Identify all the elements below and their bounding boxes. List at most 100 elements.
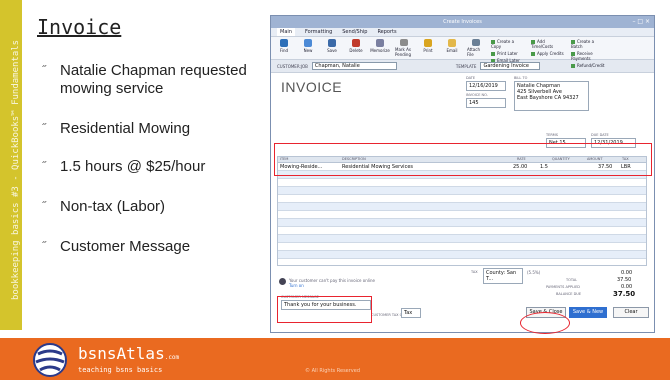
balance-due-amount: 37.50 (613, 290, 636, 298)
customer-job-label: CUSTOMER:JOB (277, 63, 308, 69)
arrows-icon (280, 39, 288, 47)
table-row[interactable] (278, 203, 646, 211)
tab-formatting[interactable]: Formatting (305, 28, 332, 36)
save-close-highlight (520, 312, 570, 334)
customer-job-select[interactable]: Chapman, Natalie (311, 62, 397, 70)
table-row[interactable] (278, 251, 646, 259)
window-titlebar: Create Invoices – □ × (271, 16, 654, 28)
bullet-marker: ˝ (42, 239, 46, 253)
create-copy-button[interactable]: Create a Copy (491, 39, 525, 49)
invoice-heading: INVOICE (281, 79, 343, 95)
window-title: Create Invoices (443, 19, 482, 25)
menu-bar: Main Formatting Send/Ship Reports (271, 28, 654, 37)
total-label: TOTAL (566, 278, 578, 282)
line-item-highlight (274, 143, 652, 176)
apply-credits-button[interactable]: Apply Credits (531, 51, 565, 56)
tax-rate: (5.5%) (527, 270, 541, 275)
tax-label: TAX (471, 270, 478, 274)
receive-payments-button[interactable]: Receive Payments (571, 51, 605, 61)
tab-reports[interactable]: Reports (377, 28, 396, 36)
customer-tax-code-select[interactable]: Tax (401, 308, 421, 318)
bullet-list: ˝ Natalie Chapman requested mowing servic… (42, 52, 257, 256)
invoice-form: INVOICE DATE 12/16/2019 INVOICE NO. 145 … (271, 73, 654, 323)
new-button[interactable]: New (299, 39, 317, 57)
table-row[interactable] (278, 227, 646, 235)
bullet-item: ˝ Residential Mowing (42, 120, 257, 138)
ribbon-toolbar: Find New Save Delete Memorize Mark As Pe… (271, 37, 654, 68)
turn-on-link[interactable]: Turn on (289, 283, 304, 288)
date-field[interactable]: 12/16/2019 (466, 81, 506, 91)
table-row[interactable] (278, 259, 646, 265)
invoice-number-field[interactable]: 145 (466, 98, 506, 108)
copyright-text: © All Rights Reserved (305, 368, 361, 374)
sidebar-band: bookkeeping basics #3 - QuickBooks™ Fund… (0, 0, 22, 330)
bill-to-label: BILL TO (514, 76, 528, 80)
create-batch-button[interactable]: Create a Batch (571, 39, 605, 49)
window-controls[interactable]: – □ × (632, 16, 650, 28)
mark-pending-button[interactable]: Mark As Pending (395, 39, 413, 57)
tax-item-select[interactable]: County: San T... (483, 268, 523, 284)
attach-file-button[interactable]: Attach File (467, 39, 485, 57)
print-button[interactable]: Print (419, 39, 437, 57)
template-select[interactable]: Gardening Invoice (480, 62, 541, 70)
table-row[interactable] (278, 187, 646, 195)
email-button[interactable]: Email (443, 39, 461, 57)
bullet-item: ˝ Customer Message (42, 238, 257, 256)
email-icon (448, 39, 456, 47)
bullet-marker: ˝ (42, 159, 46, 173)
bullet-item: ˝ Natalie Chapman requested mowing servic… (42, 62, 257, 98)
message-highlight (277, 296, 372, 323)
bullet-text: Residential Mowing (60, 120, 191, 137)
slide-title: Invoice (37, 15, 122, 39)
add-time-costs-button[interactable]: Add Time/Costs (531, 39, 565, 49)
pending-icon (400, 39, 408, 46)
template-label: TEMPLATE (455, 63, 477, 69)
table-row[interactable] (278, 195, 646, 203)
payments-applied-label: PAYMENTS APPLIED (546, 285, 580, 289)
paperclip-icon (472, 39, 480, 46)
save-icon (328, 39, 336, 47)
print-icon (424, 39, 432, 47)
sidebar-course-text: bookkeeping basics #3 - QuickBooks™ Fund… (11, 39, 21, 300)
ribbon-group-time: Add Time/Costs Apply Credits (531, 39, 565, 57)
save-button[interactable]: Save (323, 39, 341, 57)
globe-logo-icon (33, 343, 67, 377)
bullet-text: 1.5 hours @ $25/hour (60, 158, 206, 175)
delete-button[interactable]: Delete (347, 39, 365, 57)
print-later-checkbox[interactable]: Print Later (491, 51, 525, 56)
table-row[interactable] (278, 211, 646, 219)
tab-main[interactable]: Main (277, 28, 295, 36)
ribbon-group-copy: Create a Copy Print Later Email Later (491, 39, 525, 63)
bullet-text: Natalie Chapman requested mowing service (60, 62, 247, 97)
save-new-button[interactable]: Save & New (569, 307, 607, 318)
brand-tagline: teaching bsns basics (78, 366, 163, 374)
find-button[interactable]: Find (275, 39, 293, 57)
refund-credit-button[interactable]: Refund/Credit (571, 63, 605, 68)
bullet-item: ˝ Non-tax (Labor) (42, 198, 257, 216)
brand-name: bsnsAtlas.com (78, 344, 180, 363)
clear-button[interactable]: Clear (613, 307, 649, 318)
memorize-button[interactable]: Memorize (370, 39, 390, 57)
bill-to-field[interactable]: Natalie Chapman 425 Silverbell Ave East … (514, 81, 589, 111)
memorize-icon (376, 39, 384, 47)
balance-due-label: BALANCE DUE (556, 292, 582, 296)
delete-icon (352, 39, 360, 47)
bullet-text: Customer Message (60, 238, 191, 255)
online-payment-icon (279, 278, 286, 285)
table-row[interactable] (278, 243, 646, 251)
date-label: DATE (466, 76, 476, 80)
total-amount: 37.50 (617, 277, 632, 283)
new-doc-icon (304, 39, 312, 47)
bullet-item: ˝ 1.5 hours @ $25/hour (42, 158, 257, 176)
bullet-marker: ˝ (42, 199, 46, 213)
ribbon-group-batch: Create a Batch Receive Payments Refund/C… (571, 39, 605, 68)
tax-amount: 0.00 (621, 270, 633, 276)
table-row[interactable] (278, 179, 646, 187)
bullet-marker: ˝ (42, 63, 46, 77)
table-row[interactable] (278, 235, 646, 243)
terms-label: TERMS (546, 133, 559, 137)
bullet-text: Non-tax (Labor) (60, 198, 166, 215)
due-date-label: DUE DATE (591, 133, 609, 137)
tab-send-ship[interactable]: Send/Ship (342, 28, 367, 36)
table-row[interactable] (278, 219, 646, 227)
